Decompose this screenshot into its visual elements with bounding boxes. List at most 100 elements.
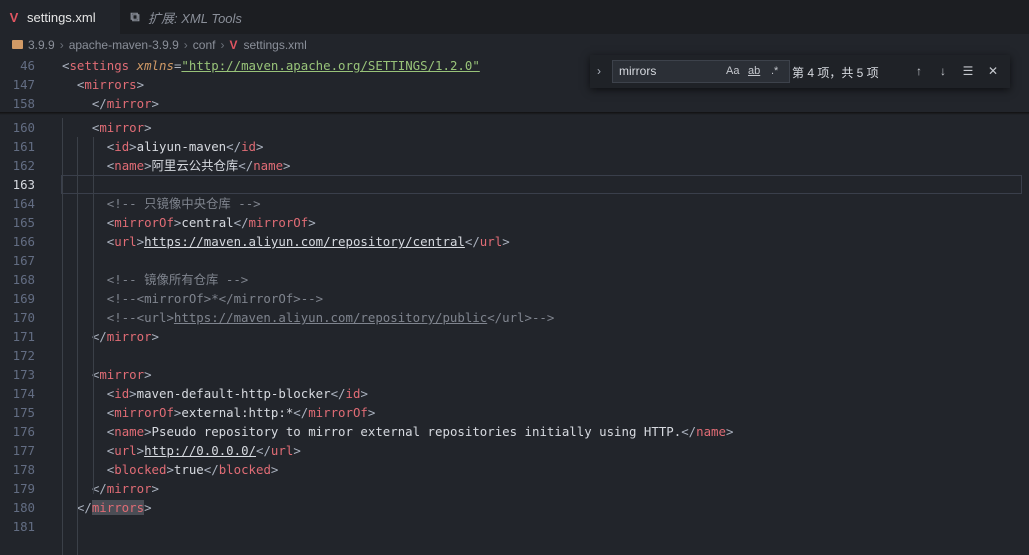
chevron-right-icon: › — [183, 37, 188, 52]
code-text: <mirrors> — [76, 77, 145, 92]
code-text: <name>Pseudo repository to mirror extern… — [106, 424, 734, 439]
toggle-replace-icon[interactable]: › — [597, 64, 609, 78]
code-text: <url>http://0.0.0.0/</url> — [106, 443, 301, 458]
folder-icon — [12, 40, 23, 49]
line-number: 173 — [12, 367, 35, 382]
code-line[interactable]: 165 <mirrorOf>central</mirrorOf> — [0, 213, 1029, 232]
line-number: 169 — [12, 291, 35, 306]
breadcrumb-item[interactable]: apache-maven-3.9.9 — [69, 38, 179, 52]
indent-guide — [62, 118, 63, 555]
line-number: 147 — [12, 77, 35, 92]
line-number: 174 — [12, 386, 35, 401]
line-number: 178 — [12, 462, 35, 477]
line-number: 180 — [12, 500, 35, 515]
code-text: <!--<url>https://maven.aliyun.com/reposi… — [106, 310, 555, 325]
code-text: <id>maven-default-http-blocker</id> — [106, 386, 368, 401]
line-number: 161 — [12, 139, 35, 154]
code-line[interactable]: 179 </mirror> — [0, 479, 1029, 498]
code-line[interactable]: 172 — [0, 346, 1029, 365]
code-text: </mirrors> — [76, 500, 152, 515]
chevron-right-icon: › — [220, 37, 225, 52]
line-number: 162 — [12, 158, 35, 173]
code-line[interactable]: 177 <url>http://0.0.0.0/</url> — [0, 441, 1029, 460]
code-text: <mirror> — [91, 367, 152, 382]
line-number: 163 — [12, 177, 35, 192]
code-text: <mirror> — [91, 120, 152, 135]
find-widget: › mirrors Aa ab .* 第 4 项，共 5 项 ↑ ↓ ☰ ✕ — [590, 55, 1010, 88]
code-line[interactable]: 168 <!-- 镜像所有仓库 --> — [0, 270, 1029, 289]
match-count: 第 4 项，共 5 项 — [792, 66, 879, 80]
tab-label: 扩展: XML Tools — [148, 10, 242, 26]
line-number: 160 — [12, 120, 35, 135]
code-line[interactable]: 174 <id>maven-default-http-blocker</id> — [0, 384, 1029, 403]
tab-settings-xml[interactable]: V settings.xml — [0, 0, 120, 34]
code-line[interactable]: 176 <name>Pseudo repository to mirror ex… — [0, 422, 1029, 441]
indent-guide — [77, 137, 78, 555]
sticky-scroll-shadow — [0, 112, 1029, 115]
code-text: <!-- 只镜像中央仓库 --> — [106, 196, 261, 211]
code-line[interactable]: 164 <!-- 只镜像中央仓库 --> — [0, 194, 1029, 213]
code-text: <!--<mirrorOf>*</mirrorOf>--> — [106, 291, 324, 306]
code-line[interactable]: 166 <url>https://maven.aliyun.com/reposi… — [0, 232, 1029, 251]
close-icon[interactable]: ✕ — [984, 62, 1002, 80]
code-line[interactable]: 170 <!--<url>https://maven.aliyun.com/re… — [0, 308, 1029, 327]
code-line[interactable]: 167 — [0, 251, 1029, 270]
breadcrumb: 3.9.9 › apache-maven-3.9.9 › conf › V se… — [0, 34, 1029, 55]
line-number: 171 — [12, 329, 35, 344]
code-line[interactable]: 178 <blocked>true</blocked> — [0, 460, 1029, 479]
indent-guide — [93, 384, 94, 494]
code-line[interactable]: 180 </mirrors> — [0, 498, 1029, 517]
arrow-down-icon[interactable]: ↓ — [934, 62, 952, 80]
find-input[interactable]: mirrors Aa ab .* — [612, 60, 790, 83]
line-number: 167 — [12, 253, 35, 268]
regex-icon[interactable]: .* — [771, 65, 778, 77]
code-text: <mirrorOf>external:http:*</mirrorOf> — [106, 405, 376, 420]
code-line[interactable]: 171 </mirror> — [0, 327, 1029, 346]
maven-v-icon: V — [229, 37, 238, 52]
code-line[interactable]: 162 <name>阿里云公共仓库</name> — [0, 156, 1029, 175]
breadcrumb-item[interactable]: 3.9.9 — [28, 38, 55, 52]
tab-label: settings.xml — [27, 9, 96, 25]
match-case-icon[interactable]: Aa — [726, 65, 739, 77]
code-text: <name>阿里云公共仓库</name> — [106, 158, 291, 173]
line-number: 172 — [12, 348, 35, 363]
tab-xml-tools[interactable]: ⧉ 扩展: XML Tools — [121, 0, 271, 34]
extension-icon: ⧉ — [130, 9, 140, 24]
whole-word-icon[interactable]: ab — [748, 65, 760, 77]
line-number: 46 — [20, 58, 35, 73]
maven-v-icon: V — [9, 9, 19, 25]
code-text: <blocked>true</blocked> — [106, 462, 279, 477]
code-text: <mirrorOf>central</mirrorOf> — [106, 215, 316, 230]
tab-bar: V settings.xml ⧉ 扩展: XML Tools — [0, 0, 1029, 34]
code-editor[interactable]: 46 <settings xmlns="http://maven.apache.o… — [0, 55, 1029, 555]
code-line[interactable]: 160 <mirror> — [0, 118, 1029, 137]
breadcrumb-item[interactable]: conf — [193, 38, 216, 52]
code-text: </mirror> — [91, 96, 159, 111]
code-line[interactable]: 181 — [0, 517, 1029, 536]
line-number: 170 — [12, 310, 35, 325]
line-number: 181 — [12, 519, 35, 534]
code-line[interactable]: 173 <mirror> — [0, 365, 1029, 384]
code-line[interactable]: 175 <mirrorOf>external:http:*</mirrorOf> — [0, 403, 1029, 422]
arrow-up-icon[interactable]: ↑ — [910, 62, 928, 80]
line-number: 165 — [12, 215, 35, 230]
code-text: <!-- 镜像所有仓库 --> — [106, 272, 249, 287]
line-number: 177 — [12, 443, 35, 458]
chevron-right-icon: › — [59, 37, 64, 52]
indent-guide — [93, 137, 94, 399]
code-text: <url>https://maven.aliyun.com/repository… — [106, 234, 510, 249]
line-number: 168 — [12, 272, 35, 287]
line-number: 179 — [12, 481, 35, 496]
code-line[interactable]: 161 <id>aliyun-maven</id> — [0, 137, 1029, 156]
line-number: 175 — [12, 405, 35, 420]
code-line[interactable]: 169 <!--<mirrorOf>*</mirrorOf>--> — [0, 289, 1029, 308]
code-line[interactable]: 158 </mirror> — [0, 94, 1029, 113]
current-line-highlight — [61, 175, 1022, 194]
breadcrumb-item[interactable]: settings.xml — [243, 38, 306, 52]
code-text: <settings xmlns="http://maven.apache.org… — [62, 58, 480, 73]
line-number: 158 — [12, 96, 35, 111]
code-line[interactable]: 163 — [0, 175, 1029, 194]
find-query: mirrors — [619, 64, 657, 78]
find-in-selection-icon[interactable]: ☰ — [959, 62, 977, 80]
line-number: 164 — [12, 196, 35, 211]
